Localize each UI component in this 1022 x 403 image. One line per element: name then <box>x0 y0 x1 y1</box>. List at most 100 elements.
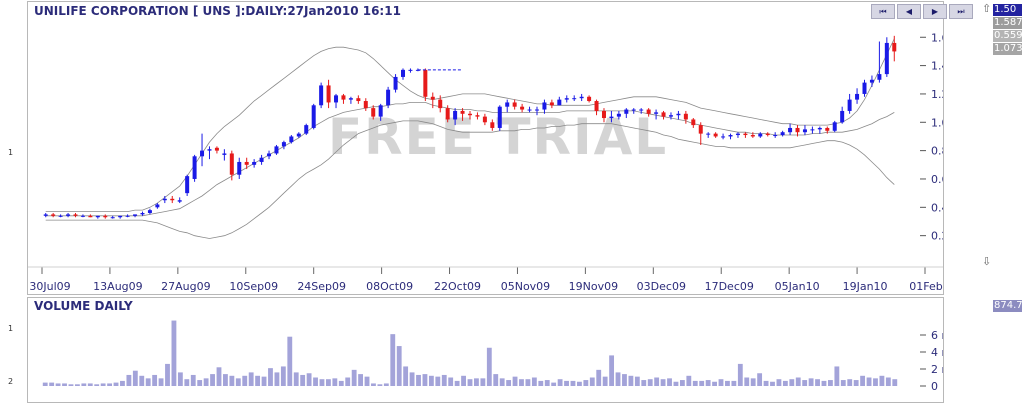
candle-up <box>631 109 636 111</box>
volume-bar <box>860 375 866 386</box>
candle-down <box>549 102 554 106</box>
volume-bar <box>847 379 853 386</box>
candle-up <box>200 150 205 157</box>
candle-down <box>594 101 599 111</box>
candle-up <box>147 210 152 213</box>
candle-up <box>624 109 629 114</box>
price-tick-label: 0.60 <box>931 173 943 186</box>
volume-bar <box>576 381 582 386</box>
candle-up <box>80 215 85 217</box>
candle-up <box>95 215 100 218</box>
candle-up <box>855 93 860 100</box>
candle-down <box>51 214 56 216</box>
volume-bar <box>448 377 454 386</box>
volume-bar <box>686 375 692 386</box>
volume-tick-label: 0 <box>931 380 938 393</box>
candle-up <box>162 198 167 201</box>
volume-bar <box>544 380 550 386</box>
volume-bar <box>435 376 441 386</box>
candle-down <box>103 215 108 218</box>
volume-bar <box>737 363 743 386</box>
candle-down <box>683 113 688 120</box>
candle-up <box>118 215 123 218</box>
candle-up <box>319 85 324 106</box>
volume-bar <box>731 380 737 386</box>
volume-bar <box>74 384 80 386</box>
price-chart: FREE TRIAL 0.200.400.600.801.001.201.401… <box>28 31 943 293</box>
candle-down <box>468 113 472 116</box>
volume-bar <box>165 363 170 386</box>
volume-bar <box>274 372 280 386</box>
candle-up <box>758 133 763 137</box>
candle-up <box>58 215 63 217</box>
candle-down <box>371 108 376 117</box>
candle-up <box>267 153 272 157</box>
volume-bar <box>570 380 576 386</box>
candle-up <box>579 96 584 99</box>
candle-up <box>884 42 889 75</box>
volume-bar <box>589 377 595 386</box>
candle-up <box>505 102 510 107</box>
candle-down <box>892 42 897 52</box>
volume-bar <box>94 384 100 386</box>
date-tick-label: 30Jul09 <box>29 280 70 293</box>
date-tick-label: 19Jan10 <box>843 280 888 293</box>
date-tick-label: 17Dec09 <box>705 280 754 293</box>
candle-up <box>840 110 845 123</box>
volume-bar <box>216 367 222 386</box>
volume-bar <box>622 374 627 386</box>
candle-up <box>393 76 398 90</box>
candle-up <box>773 135 778 137</box>
volume-bar <box>853 380 859 386</box>
price-scale-down-icon[interactable]: ⇩ <box>982 255 991 268</box>
candle-up <box>616 113 621 117</box>
candle-up <box>304 125 309 134</box>
candle-up <box>527 109 532 111</box>
volume-tick-label: 6 m <box>931 329 943 342</box>
candle-down <box>482 116 487 123</box>
navigation-buttons: ⏮ ◀ ▶ ⏭ <box>871 4 973 19</box>
volume-chart-title: VOLUME DAILY <box>34 299 133 313</box>
candle-up <box>185 176 190 194</box>
price-scale-up-icon[interactable]: ⇧ <box>982 2 991 15</box>
volume-tick-label: 4 m <box>931 346 943 359</box>
volume-panel-side-label-1: 1 <box>8 324 14 333</box>
volume-chart: 0 2 m 4 m 6 m <box>42 320 943 393</box>
volume-bar <box>840 380 846 386</box>
volume-bars <box>42 320 898 386</box>
candle-down <box>214 147 219 151</box>
previous-button[interactable]: ◀ <box>897 4 921 19</box>
candle-down <box>698 125 703 134</box>
candle-down <box>356 98 361 102</box>
last-button[interactable]: ⏭ <box>949 4 973 19</box>
candle-down <box>520 106 525 110</box>
first-button[interactable]: ⏮ <box>871 4 895 19</box>
candle-up <box>66 214 71 216</box>
candle-down <box>750 135 755 137</box>
volume-bar <box>885 377 891 386</box>
candle-down <box>601 110 606 119</box>
volume-bar <box>300 374 306 386</box>
volume-bar <box>332 378 338 386</box>
candle-up <box>788 127 793 133</box>
candle-down <box>661 112 666 117</box>
volume-bar <box>338 380 344 386</box>
candle-up <box>862 82 867 94</box>
volume-bar <box>268 368 273 386</box>
volume-bar <box>467 379 473 386</box>
candle-up <box>401 69 406 77</box>
candle-up <box>140 212 145 215</box>
volume-bar <box>782 380 788 386</box>
volume-bar <box>493 374 499 386</box>
volume-bar <box>564 380 569 386</box>
volume-bar <box>551 382 557 386</box>
candle-up <box>847 99 852 111</box>
volume-bar <box>712 381 717 386</box>
volume-bar <box>132 370 138 386</box>
volume-bar <box>866 377 872 386</box>
candle-up <box>155 204 160 208</box>
volume-bar <box>248 372 254 386</box>
volume-bar <box>770 381 775 386</box>
date-tick-label: 08Oct09 <box>366 280 413 293</box>
next-button[interactable]: ▶ <box>923 4 947 19</box>
